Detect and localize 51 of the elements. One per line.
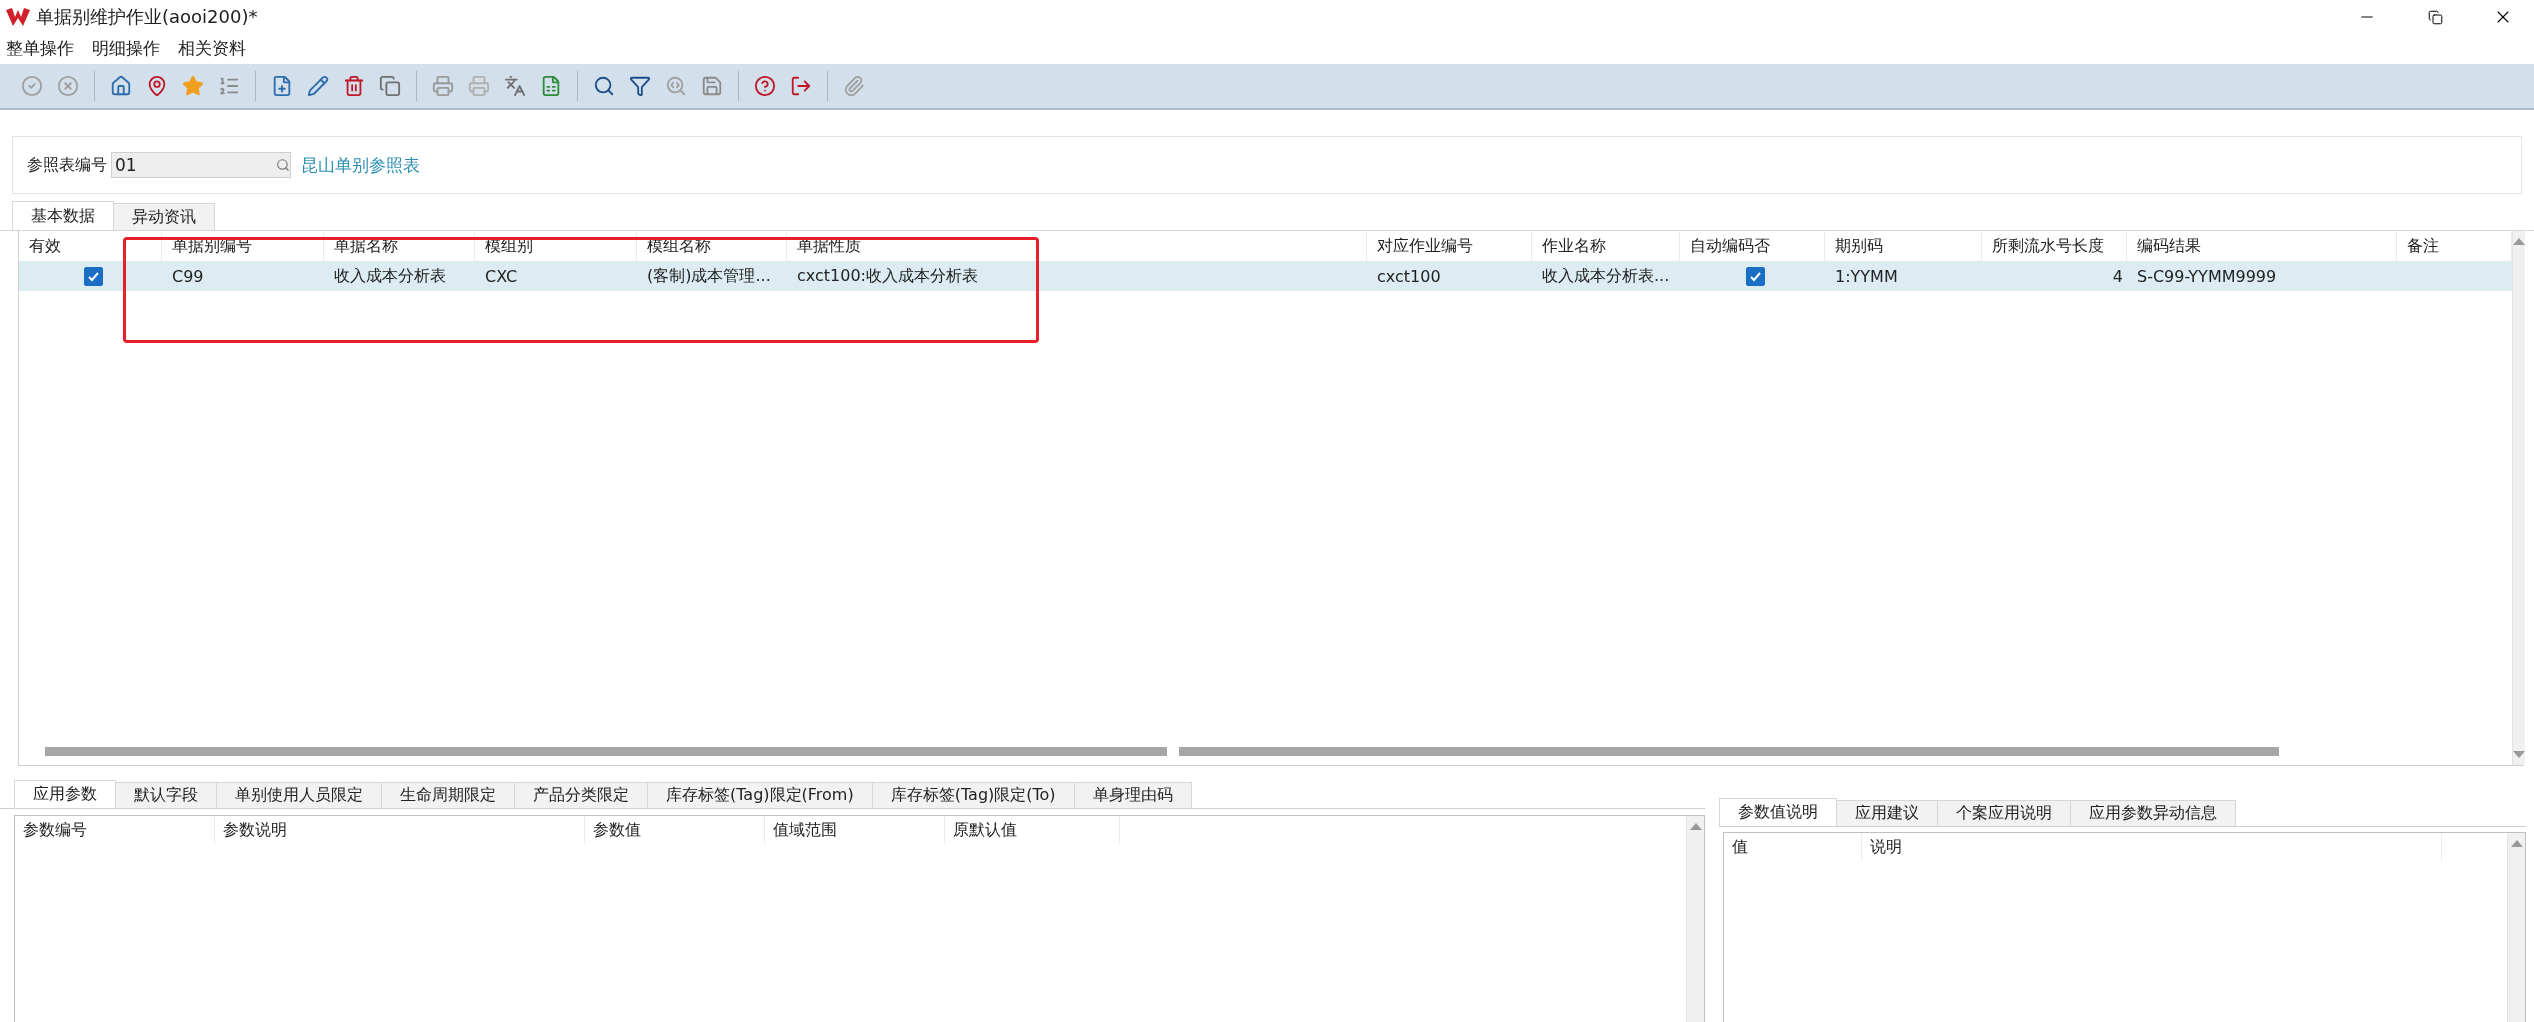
restore-icon[interactable] (2427, 9, 2443, 25)
table-cell: cxct100 (1377, 266, 1441, 286)
tab[interactable]: 参数值说明 (1719, 798, 1837, 826)
scroll-up-icon[interactable] (1689, 822, 1702, 830)
table-cell: cxct100:收入成本分析表 (797, 265, 978, 287)
tab[interactable]: 生命周期限定 (381, 782, 515, 808)
tab[interactable]: 基本数据 (12, 201, 114, 230)
tab[interactable]: 单身理由码 (1073, 782, 1192, 808)
checkbox[interactable] (1746, 266, 1765, 286)
column-header[interactable]: 说明 (1862, 833, 2442, 861)
tab[interactable]: 应用参数异动信息 (2070, 800, 2236, 826)
table-cell: (客制)成本管理... (647, 265, 771, 287)
tab[interactable]: 个案应用说明 (1937, 800, 2071, 826)
tab[interactable]: 库存标签(Tag)限定(From) (647, 782, 873, 808)
column-header[interactable]: 参数说明 (215, 816, 585, 844)
tab[interactable]: 异动资讯 (113, 203, 215, 230)
table-cell: 收入成本分析表 (334, 265, 446, 287)
scroll-up-icon[interactable] (2510, 839, 2523, 847)
scroll-up-icon[interactable] (2513, 237, 2525, 245)
tab[interactable]: 产品分类限定 (514, 782, 648, 808)
tab[interactable]: 单别使用人员限定 (216, 782, 382, 808)
table-cell: 1:YYMM (1835, 266, 1898, 286)
reference-link[interactable]: 昆山单别参照表 (301, 153, 420, 177)
column-header[interactable]: 原默认值 (945, 816, 1120, 844)
vertical-scrollbar[interactable] (2512, 231, 2525, 765)
lookup-icon[interactable] (276, 158, 290, 172)
table-cell: CXC (485, 266, 518, 286)
tab[interactable]: 应用参数 (14, 780, 116, 808)
column-header[interactable]: 参数编号 (15, 816, 215, 844)
scroll-down-icon[interactable] (2513, 751, 2525, 759)
vertical-scrollbar[interactable] (2507, 833, 2525, 1022)
table-cell: 收入成本分析表... (1542, 265, 1670, 287)
checkbox[interactable] (84, 266, 103, 286)
column-header[interactable]: 参数值 (585, 816, 765, 844)
menu-item[interactable]: 整单操作 (6, 36, 74, 60)
input-field[interactable]: 01 (111, 152, 291, 178)
window-title: 单据别维护作业(aooi200)* (36, 5, 259, 29)
menu-item[interactable]: 相关资料 (178, 36, 246, 60)
table-row[interactable]: C99 收入成本分析表 CXC (客制)成本管理... cxct100:收入成本分析表 cxct100 收入成本分析表... 1:YYMM 4 S-C99-YYMM9999 (19, 261, 2512, 291)
field-label: 参照表编号 (27, 154, 107, 176)
column-header[interactable]: 值域范围 (765, 816, 945, 844)
column-header[interactable]: 值 (1724, 833, 1862, 861)
table-cell: C99 (172, 266, 204, 286)
table-cell: S-C99-YYMM9999 (2137, 266, 2277, 286)
tab[interactable]: 默认字段 (115, 782, 217, 808)
vertical-scrollbar[interactable] (1686, 816, 1704, 1022)
tab[interactable]: 应用建议 (1836, 800, 1938, 826)
app-logo-icon (6, 8, 30, 26)
table-cell: 4 (2112, 266, 2123, 286)
menu-item[interactable]: 明细操作 (92, 36, 160, 60)
tab[interactable]: 库存标签(Tag)限定(To) (871, 782, 1075, 808)
